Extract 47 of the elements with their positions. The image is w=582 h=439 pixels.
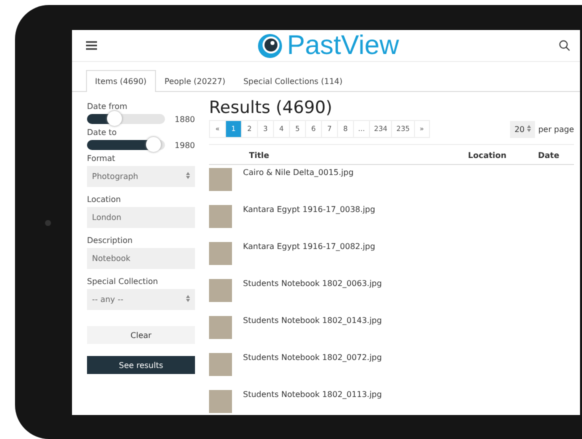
stepper-icon — [527, 124, 532, 132]
results-heading: Results (4690) — [209, 98, 334, 118]
result-title[interactable]: Students Notebook 1802_0113.jpg — [243, 390, 382, 415]
input-field[interactable]: London — [87, 207, 195, 228]
result-title[interactable]: Students Notebook 1802_0143.jpg — [243, 316, 382, 350]
select-field[interactable]: Photograph — [87, 166, 195, 187]
slider-handle[interactable] — [146, 137, 162, 152]
photo-placeholder[interactable] — [209, 168, 232, 191]
slider-value: 1880 — [174, 114, 195, 124]
select-field[interactable]: -- any -- — [87, 289, 195, 310]
result-title[interactable]: Cairo & Nile Delta_0015.jpg — [243, 168, 354, 202]
menu-icon[interactable] — [86, 41, 97, 50]
photo-placeholder[interactable] — [209, 353, 232, 376]
filter-label: Description — [87, 236, 134, 245]
photo-placeholder[interactable] — [209, 316, 232, 339]
column-header[interactable]: Location — [468, 151, 538, 160]
stepper-icon — [186, 172, 190, 179]
filter-label: Format — [87, 154, 116, 163]
eye-logo-icon — [256, 32, 283, 58]
photo-placeholder[interactable] — [209, 279, 232, 302]
per-page-label: per page — [538, 124, 574, 134]
tab[interactable]: Special Collections (114) — [234, 70, 352, 92]
column-header[interactable]: Title — [209, 151, 468, 160]
filter-label: Special Collection — [87, 277, 159, 286]
slider-track[interactable] — [87, 114, 165, 124]
filter-label: Date to — [87, 128, 118, 137]
tab[interactable]: Items (4690) — [86, 70, 156, 92]
result-title[interactable]: Kantara Egypt 1916-17_0082.jpg — [243, 242, 376, 276]
input-field[interactable]: Notebook — [87, 248, 195, 269]
clear-button[interactable]: Clear — [87, 326, 195, 344]
submit-button[interactable]: See results — [87, 356, 195, 374]
photo-placeholder[interactable] — [209, 242, 232, 265]
filter-label: Date from — [87, 102, 128, 111]
filter-label: Location — [87, 195, 122, 204]
result-title[interactable]: Kantara Egypt 1916-17_0038.jpg — [243, 205, 376, 239]
photo-placeholder[interactable] — [209, 390, 232, 413]
camera-icon — [45, 220, 51, 226]
column-header[interactable]: Date — [538, 151, 574, 160]
search-icon[interactable] — [559, 40, 570, 51]
result-title[interactable]: Students Notebook 1802_0072.jpg — [243, 353, 382, 387]
per-page-select[interactable]: 20 — [510, 120, 536, 138]
slider-handle[interactable] — [107, 111, 122, 126]
tab[interactable]: People (20227) — [156, 70, 234, 92]
result-title[interactable]: Students Notebook 1802_0063.jpg — [243, 279, 382, 313]
stepper-icon — [186, 295, 190, 302]
photo-placeholder[interactable] — [209, 205, 232, 228]
slider-value: 1980 — [174, 140, 195, 150]
